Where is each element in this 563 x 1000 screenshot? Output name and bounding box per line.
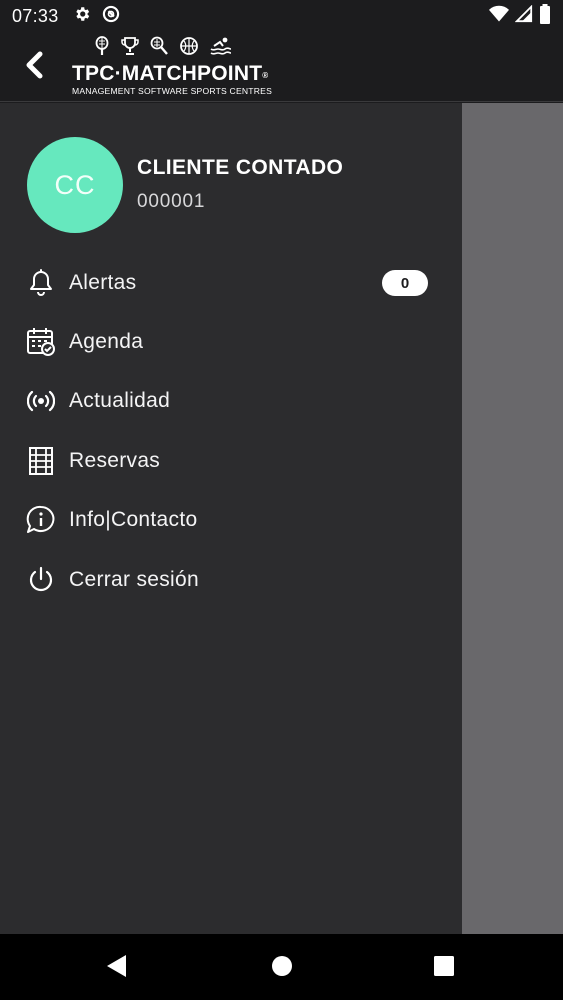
system-navigation-bar [0,934,563,1000]
chevron-left-icon [23,51,45,84]
sync-icon [101,4,121,29]
home-circle-icon [271,955,293,982]
nav-recents-button[interactable] [432,955,456,982]
logo-title: TPC·MATCHPOINT® [72,62,269,85]
info-chat-icon [26,505,56,535]
avatar[interactable]: CC [27,137,123,233]
broadcast-icon [26,386,56,416]
logo-sport-icons [94,35,292,61]
tennis-racket-icon [94,35,110,61]
menu-item-label: Agenda [69,330,144,354]
menu-item-label: Info|Contacto [69,508,198,532]
menu-item-info-contacto[interactable]: Info|Contacto [0,491,462,550]
swimming-icon [210,36,232,61]
drawer-scrim[interactable] [462,103,563,934]
status-bar: 07:33 [0,0,563,33]
signal-icon [514,4,533,28]
back-button[interactable] [18,51,50,83]
profile-name: CLIENTE CONTADO [137,155,344,179]
trophy-icon [121,36,139,61]
gear-icon [73,5,91,28]
drawer-menu: Alertas 0 Agenda Actualidad Reservas Inf… [0,253,462,609]
calendar-check-icon [26,327,56,357]
nav-home-button[interactable] [270,955,294,982]
menu-item-reservas[interactable]: Reservas [0,431,462,490]
menu-item-label: Alertas [69,270,137,294]
court-grid-icon [26,446,56,476]
app-header: TPC·MATCHPOINT® MANAGEMENT SOFTWARE SPOR… [0,33,563,102]
user-profile: CC CLIENTE CONTADO 000001 [27,137,343,233]
bell-icon [26,268,56,298]
menu-item-cerrar-sesion[interactable]: Cerrar sesión [0,550,462,609]
menu-item-agenda[interactable]: Agenda [0,312,462,371]
badminton-icon [150,36,168,61]
menu-item-label: Cerrar sesión [69,567,199,591]
back-triangle-icon [106,954,128,983]
status-time: 07:33 [12,6,59,26]
wifi-icon [489,5,509,28]
menu-item-label: Reservas [69,448,161,472]
menu-item-actualidad[interactable]: Actualidad [0,372,462,431]
logo-subtitle: MANAGEMENT SOFTWARE SPORTS CENTRES [72,86,273,96]
basketball-icon [179,36,199,61]
profile-id: 000001 [137,190,206,212]
tpc-matchpoint-logo: TPC·MATCHPOINT® MANAGEMENT SOFTWARE SPOR… [72,35,292,99]
recents-square-icon [433,955,455,982]
menu-item-alertas[interactable]: Alertas 0 [0,253,462,312]
nav-back-button[interactable] [105,954,129,983]
battery-icon [539,4,551,29]
navigation-drawer: CC CLIENTE CONTADO 000001 Alertas 0 Agen… [0,103,462,934]
menu-item-label: Actualidad [69,389,171,413]
alerts-count-badge: 0 [382,270,428,296]
power-icon [26,565,56,595]
